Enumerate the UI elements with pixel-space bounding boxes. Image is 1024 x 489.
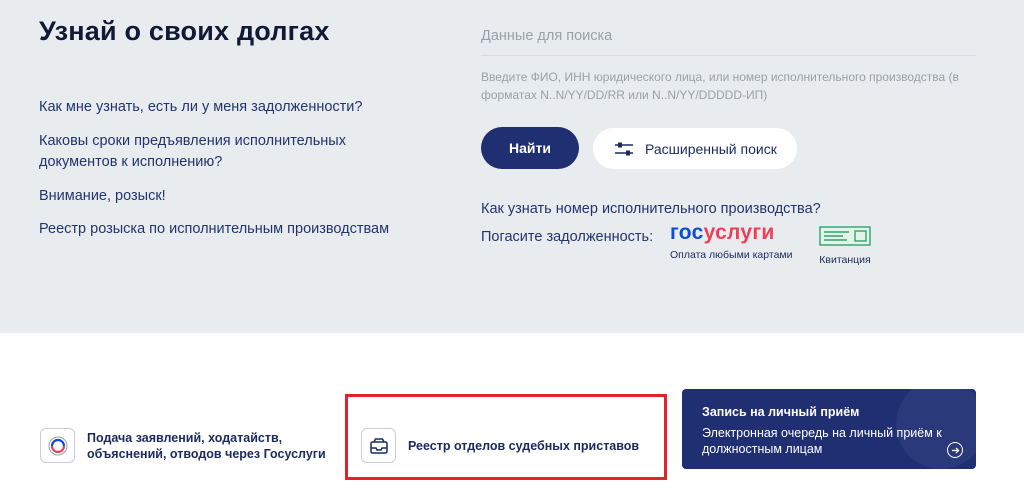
inbox-icon [361,428,396,463]
gosuslugi-caption: Оплата любыми картами [670,249,793,261]
faq-link-debts[interactable]: Как мне узнать, есть ли у меня задолженн… [39,97,362,118]
gosuslugi-pay-link[interactable]: госуслуги Оплата любыми картами [670,221,793,261]
advanced-search-button[interactable]: Расширенный поиск [593,128,797,169]
bailiff-registry-card[interactable]: Реестр отделов судебных приставов [361,428,639,463]
gosuslugi-icon [40,428,75,463]
applications-card-label: Подача заявлений, ходатайств, объяснений… [87,430,326,461]
receipt-link[interactable]: Квитанция [815,226,875,266]
search-input[interactable] [481,18,976,54]
receipt-icon [819,226,871,250]
decorative-pattern [896,389,976,469]
sliders-icon [613,141,635,157]
gosuslugi-logo: госуслуги [670,221,775,244]
advanced-search-label: Расширенный поиск [645,140,777,157]
receipt-caption: Квитанция [819,254,871,266]
arrow-right-icon [947,442,963,458]
page-title: Узнай о своих долгах [39,16,330,46]
faq-link-wanted[interactable]: Внимание, розыск! [39,186,166,207]
applications-card[interactable]: Подача заявлений, ходатайств, объяснений… [40,428,337,463]
find-button[interactable]: Найти [481,127,579,169]
search-hint: Введите ФИО, ИНН юридического лица, или … [481,70,959,102]
appointment-card[interactable]: Запись на личный приём Электронная очере… [682,389,976,469]
pay-debt-label: Погасите задолженность: [481,229,654,245]
how-to-find-number-link[interactable]: Как узнать номер исполнительного произво… [481,201,821,217]
search-field [481,18,976,56]
faq-link-deadlines[interactable]: Каковы сроки предъявления исполнительных… [39,131,379,173]
faq-link-wanted-registry[interactable]: Реестр розыска по исполнительным произво… [39,219,419,240]
bailiff-registry-label: Реестр отделов судебных приставов [408,438,640,453]
